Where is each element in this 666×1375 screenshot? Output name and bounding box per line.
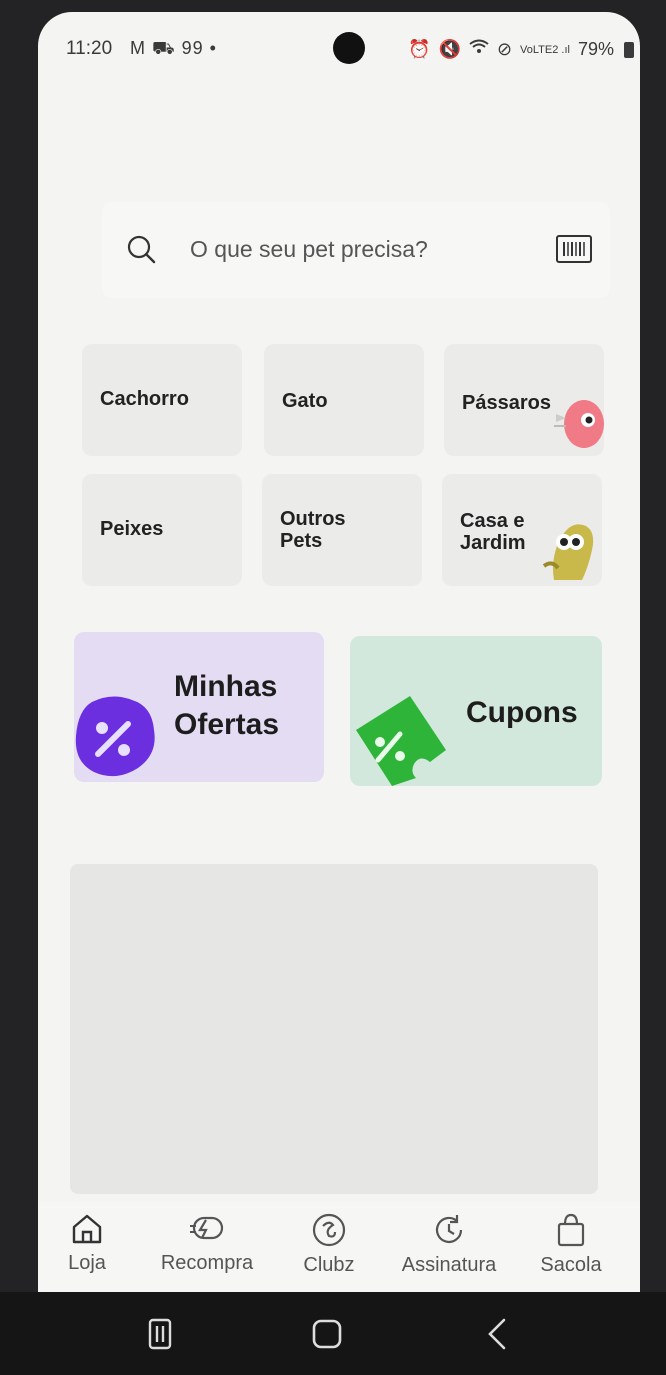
mute-icon: 🔇: [438, 39, 461, 59]
nav-recompra[interactable]: Recompra: [152, 1212, 262, 1275]
barcode-scanner-icon[interactable]: [556, 235, 592, 263]
category-label: Outros Pets: [280, 508, 346, 552]
my-offers-card[interactable]: Minhas Ofertas: [74, 632, 324, 782]
wifi-icon: [469, 39, 489, 60]
battery-icon: [624, 41, 634, 58]
category-outros-pets[interactable]: Outros Pets: [262, 474, 422, 586]
category-peixes[interactable]: Peixes: [82, 474, 242, 586]
clubz-icon: [312, 1213, 346, 1247]
app-screen: 11:20 M ⛟ 99 • ⏰ 🔇 ⊘ VoLTE2 .ıl 79% O qu: [38, 12, 640, 1292]
nav-label-loja: Loja: [68, 1252, 106, 1274]
nav-label-sacola: Sacola: [540, 1254, 602, 1276]
offers-title: Minhas Ofertas: [174, 670, 280, 741]
category-label: Peixes: [100, 518, 164, 540]
search-icon: [127, 235, 156, 264]
discount-badge-icon: [75, 696, 155, 777]
status-bar: 11:20 M ⛟ 99 • ⏰ 🔇 ⊘ VoLTE2 .ıl 79%: [38, 12, 640, 84]
category-label: Casa e Jardim: [460, 510, 526, 554]
phone-frame: 11:20 M ⛟ 99 • ⏰ 🔇 ⊘ VoLTE2 .ıl 79% O qu: [0, 0, 666, 1375]
notification-icons: M ⛟ 99 •: [130, 38, 217, 58]
search-placeholder: O que seu pet precisa?: [190, 236, 428, 262]
nav-assinatura[interactable]: Assinatura: [394, 1212, 504, 1277]
recents-icon[interactable]: [140, 1314, 180, 1354]
camera-cutout: [333, 32, 365, 64]
dnd-icon: ⊘: [496, 39, 513, 59]
battery-text: 79%: [577, 39, 614, 59]
category-casa-jardim[interactable]: Casa e Jardim: [442, 474, 602, 586]
category-label: Pássaros: [462, 392, 551, 414]
plant-mascot-icon: [542, 524, 594, 580]
status-right: ⏰ 🔇 ⊘ VoLTE2 .ıl 79%: [408, 39, 634, 60]
search-field[interactable]: O que seu pet precisa?: [102, 202, 610, 298]
category-label: Gato: [282, 390, 328, 412]
signal-text: VoLTE2 .ıl: [520, 43, 570, 56]
banner-placeholder[interactable]: [70, 864, 598, 1194]
system-nav-bar: [0, 1292, 666, 1375]
nav-label-assinatura: Assinatura: [401, 1254, 497, 1276]
category-passaros[interactable]: Pássaros: [444, 344, 604, 456]
nav-sacola[interactable]: Sacola: [516, 1212, 626, 1277]
status-time: 11:20: [66, 38, 113, 59]
nav-label-recompra: Recompra: [160, 1252, 254, 1274]
home-icon: [72, 1214, 102, 1244]
coupon-ticket-icon: [356, 696, 446, 786]
home-button-icon[interactable]: [307, 1314, 347, 1354]
alarm-icon: ⏰: [408, 39, 431, 59]
category-cachorro[interactable]: Cachorro: [82, 344, 242, 456]
repurchase-icon: [190, 1216, 224, 1240]
bird-mascot-icon: [554, 400, 604, 448]
category-label: Cachorro: [100, 388, 189, 410]
subscription-icon: [435, 1215, 463, 1243]
nav-clubz[interactable]: Clubz: [274, 1212, 384, 1277]
back-icon[interactable]: [478, 1314, 518, 1354]
bottom-nav: Loja Recompra Clubz Assinatura Sacola: [38, 1202, 640, 1292]
bag-icon: [557, 1213, 585, 1247]
coupons-title: Cupons: [466, 696, 578, 729]
nav-loja[interactable]: Loja: [38, 1212, 142, 1275]
coupons-card[interactable]: Cupons: [350, 636, 602, 786]
category-gato[interactable]: Gato: [264, 344, 424, 456]
nav-label-clubz: Clubz: [303, 1254, 355, 1276]
